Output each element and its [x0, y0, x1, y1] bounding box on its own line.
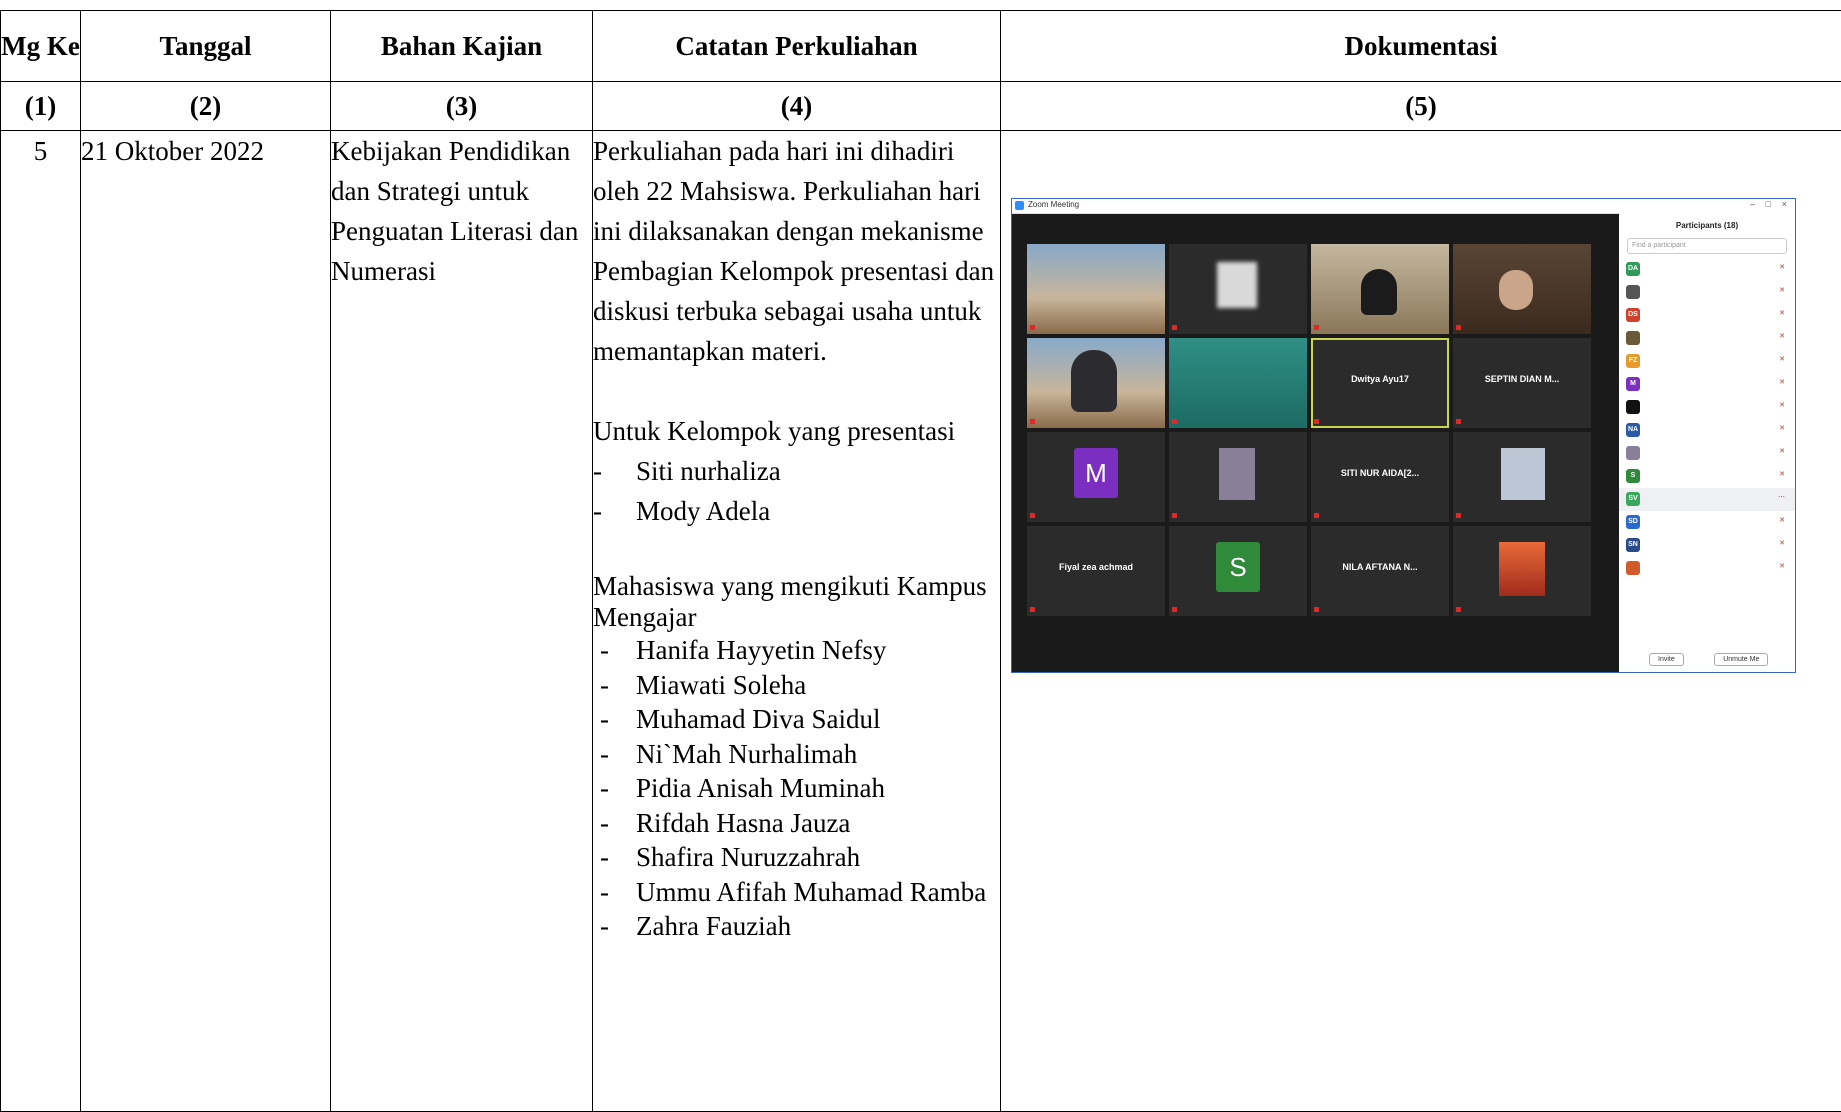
participant-row: FZ✕ — [1619, 350, 1795, 373]
participant-search-input: Find a participant — [1627, 238, 1787, 254]
col-number: (3) — [331, 82, 593, 131]
list-item: Rifdah Hasna Jauza — [593, 806, 1000, 841]
unmute-button: Unmute Me — [1714, 653, 1768, 666]
video-tile — [1453, 432, 1591, 522]
video-tile: Fiyal zea achmad — [1027, 526, 1165, 616]
row-date: 21 Oktober 2022 — [81, 131, 331, 1112]
video-tile: S — [1169, 526, 1307, 616]
video-tile — [1027, 338, 1165, 428]
participant-row: ✕ — [1619, 327, 1795, 350]
video-tile — [1453, 526, 1591, 616]
close-icon: × — [1782, 199, 1787, 209]
maximize-icon: □ — [1766, 199, 1771, 209]
list-item: Shafira Nuruzzahrah — [593, 840, 1000, 875]
minimize-icon: – — [1750, 199, 1755, 209]
list-item: Miawati Soleha — [593, 668, 1000, 703]
list-item: Ni`Mah Nurhalimah — [593, 737, 1000, 772]
panel-buttons: Invite Unmute Me — [1649, 648, 1794, 666]
presenters-list: Siti nurhaliza Mody Adela — [593, 451, 1000, 531]
video-tile: SEPTIN DIAN M... — [1453, 338, 1591, 428]
video-tile — [1169, 338, 1307, 428]
notes-paragraph: Perkuliahan pada hari ini dihadiri oleh … — [593, 131, 1000, 371]
video-tile-active: Dwitya Ayu17 — [1311, 338, 1449, 428]
notes-kampus-heading: Mahasiswa yang mengikuti Kampus Mengajar — [593, 571, 1000, 633]
video-tile — [1169, 432, 1307, 522]
notes-presenters-heading: Untuk Kelompok yang presentasi — [593, 411, 1000, 451]
list-item: Mody Adela — [593, 491, 1000, 531]
participant-row: DA✕ — [1619, 258, 1795, 281]
participant-row: S✕ — [1619, 465, 1795, 488]
video-grid: Dwitya Ayu17 SEPTIN DIAN M... M SITI NUR… — [1027, 244, 1612, 619]
list-item: Ummu Afifah Muhamad Ramba — [593, 875, 1000, 910]
avatar: M — [1074, 448, 1118, 498]
header-tanggal: Tanggal — [81, 11, 331, 82]
row-notes: Perkuliahan pada hari ini dihadiri oleh … — [593, 131, 1001, 1112]
header-dokumentasi: Dokumentasi — [1001, 11, 1841, 82]
header-catatan: Catatan Perkuliahan — [593, 11, 1001, 82]
col-number: (5) — [1001, 82, 1841, 131]
col-number: (1) — [1, 82, 81, 131]
column-number-row: (1) (2) (3) (4) (5) — [1, 82, 1841, 131]
video-tile: SITI NUR AIDA[2... — [1311, 432, 1449, 522]
participant-row: M✕ — [1619, 373, 1795, 396]
list-item: Hanifa Hayyetin Nefsy — [593, 633, 1000, 668]
list-item: Zahra Fauziah — [593, 909, 1000, 944]
row-number: 5 — [1, 131, 81, 1112]
kampus-mengajar-list: Hanifa Hayyetin Nefsy Miawati Soleha Muh… — [593, 633, 1000, 944]
col-number: (4) — [593, 82, 1001, 131]
participant-row: SD✕ — [1619, 511, 1795, 534]
participant-row: SV⋯ — [1619, 488, 1795, 511]
participant-row: NA✕ — [1619, 419, 1795, 442]
zoom-window-title: Zoom Meeting — [1028, 200, 1079, 209]
participant-row: DS✕ — [1619, 304, 1795, 327]
invite-button: Invite — [1649, 653, 1684, 666]
list-item: Siti nurhaliza — [593, 451, 1000, 491]
video-tile — [1027, 244, 1165, 334]
zoom-logo-icon — [1015, 201, 1024, 210]
list-item: Pidia Anisah Muminah — [593, 771, 1000, 806]
participants-title: Participants (18) — [1619, 221, 1795, 230]
video-tile: NILA AFTANA N... — [1311, 526, 1449, 616]
video-tile — [1311, 244, 1449, 334]
participant-row: ✕ — [1619, 396, 1795, 419]
video-tile: M — [1027, 432, 1165, 522]
header-row: Mg Ke Tanggal Bahan Kajian Catatan Perku… — [1, 11, 1841, 82]
zoom-meeting-screenshot: Zoom Meeting – □ × Dwitya Ayu17 SEPTIN D… — [1011, 198, 1796, 673]
participant-row: ✕ — [1619, 557, 1795, 580]
row-topic: Kebijakan Pendidikan dan Strategi untuk … — [331, 131, 593, 1112]
header-mg-ke: Mg Ke — [1, 11, 81, 82]
col-number: (2) — [81, 82, 331, 131]
header-bahan-kajian: Bahan Kajian — [331, 11, 593, 82]
video-tile — [1169, 244, 1307, 334]
avatar: S — [1216, 542, 1260, 592]
participant-row: SN✕ — [1619, 534, 1795, 557]
participants-panel: Participants (18) Find a participant DA✕… — [1619, 213, 1795, 672]
zoom-title-bar: Zoom Meeting – □ × — [1012, 199, 1795, 214]
list-item: Muhamad Diva Saidul — [593, 702, 1000, 737]
participant-row: ✕ — [1619, 442, 1795, 465]
participant-row: ✕ — [1619, 281, 1795, 304]
video-tile — [1453, 244, 1591, 334]
